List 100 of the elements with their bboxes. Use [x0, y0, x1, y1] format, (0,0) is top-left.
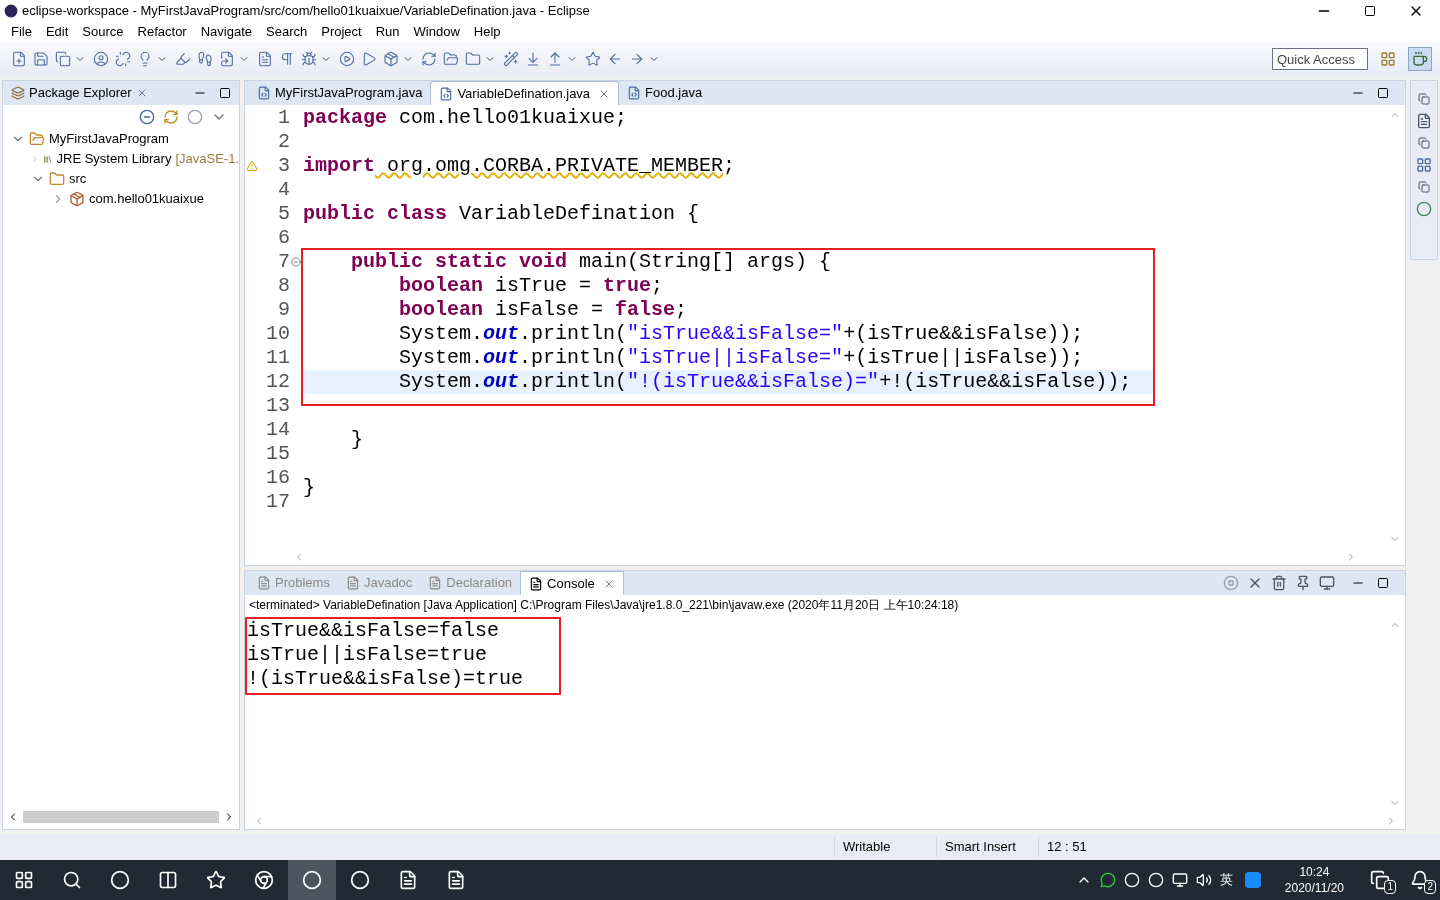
- menu-item[interactable]: Project: [314, 22, 369, 42]
- line-number: 15: [266, 441, 290, 467]
- forward-icon[interactable]: [629, 51, 645, 67]
- menu-item[interactable]: Refactor: [130, 22, 194, 42]
- arrow-down-icon[interactable]: [525, 51, 541, 67]
- collapse-all-icon[interactable]: [139, 109, 155, 125]
- status-field: Writable: [834, 837, 936, 857]
- tree-item[interactable]: MyFirstJavaProgram: [49, 129, 169, 149]
- folder-icon[interactable]: [465, 51, 481, 67]
- line-number: 7: [278, 249, 290, 275]
- maximize-icon[interactable]: [1377, 577, 1389, 589]
- line-number: 13: [266, 393, 290, 419]
- code-line: System.out.println("isTrue||isFalse="+(isTrue||isFalse));: [398, 345, 1084, 371]
- maximize-icon[interactable]: [219, 87, 231, 99]
- windows-start-icon[interactable]: [14, 870, 34, 890]
- search-icon[interactable]: [62, 870, 82, 890]
- new-file-icon[interactable]: [11, 51, 27, 67]
- code-line: System.out.println("isTrue&&isFalse="+(isTrue&&isFalse));: [398, 321, 1084, 347]
- display-console-icon[interactable]: [1319, 575, 1335, 591]
- package-icon[interactable]: [383, 51, 399, 67]
- save-icon[interactable]: [33, 51, 49, 67]
- line-number: 5: [278, 201, 290, 227]
- menu-item[interactable]: Help: [466, 22, 508, 42]
- window-title: eclipse-workspace - MyFirstJavaProgram/src/com/hello01kuaixue/VariableDefination.java - Eclipse: [22, 2, 590, 21]
- maximize-icon[interactable]: [1377, 87, 1389, 99]
- desktop-icon[interactable]: [1370, 870, 1390, 890]
- console-output-line: isTrue&&isFalse=false: [247, 619, 501, 643]
- editor-tab[interactable]: MyFirstJavaProgram.java: [249, 81, 431, 105]
- refresh-icon[interactable]: [421, 51, 437, 67]
- console-output-line: !(isTrue&&isFalse)=true: [247, 667, 524, 691]
- code-line: public static void main(String[] args) {: [350, 249, 832, 275]
- line-number: 17: [266, 489, 290, 515]
- fold-icon[interactable]: [291, 257, 301, 267]
- file-link-icon[interactable]: [219, 51, 235, 67]
- star-icon[interactable]: [585, 51, 601, 67]
- network-icon[interactable]: [1171, 872, 1188, 888]
- open-folder-icon[interactable]: [443, 51, 459, 67]
- cortana-circle-icon[interactable]: [110, 870, 130, 890]
- volume-icon[interactable]: [1195, 872, 1212, 888]
- restore-icon[interactable]: [1418, 181, 1430, 193]
- line-number: 11: [266, 345, 290, 371]
- clock-date[interactable]: 2020/11/20: [1284, 880, 1344, 896]
- app-tray-icon[interactable]: [1244, 872, 1261, 888]
- tree-item[interactable]: JRE System Library: [56, 149, 172, 169]
- view-tab[interactable]: Console: [520, 571, 624, 595]
- menu-item[interactable]: File: [4, 22, 39, 42]
- pilcrow-icon[interactable]: [279, 51, 295, 67]
- save-all-icon[interactable]: [55, 51, 71, 67]
- menu-item[interactable]: Navigate: [193, 22, 259, 42]
- console-output-line: isTrue||isFalse=true: [247, 643, 489, 667]
- run-icon[interactable]: [339, 51, 355, 67]
- view-icon: [529, 576, 544, 591]
- clock-time[interactable]: 10:24: [1299, 864, 1330, 880]
- menu-item[interactable]: Run: [368, 22, 407, 42]
- quick-access-field[interactable]: Quick Access: [1272, 48, 1368, 70]
- line-number: 10: [266, 321, 290, 347]
- open-perspective-icon[interactable]: [1380, 51, 1396, 67]
- debug-icon[interactable]: [301, 51, 317, 67]
- restore-icon[interactable]: [1418, 137, 1430, 149]
- package-icon: [11, 86, 25, 100]
- restore-icon[interactable]: [1418, 93, 1430, 105]
- notepad-icon[interactable]: [398, 870, 418, 890]
- footprints-icon[interactable]: [197, 51, 213, 67]
- lightbulb-icon[interactable]: [137, 51, 153, 67]
- editor-tab[interactable]: VariableDefination.java: [430, 81, 620, 105]
- line-number: 8: [278, 273, 290, 299]
- task-view-icon[interactable]: [158, 870, 178, 890]
- java-perspective-button[interactable]: [1408, 47, 1432, 71]
- wand-icon[interactable]: [503, 51, 519, 67]
- menu-item[interactable]: Edit: [38, 22, 76, 42]
- menu-item[interactable]: Window: [406, 22, 467, 42]
- clear-console-icon[interactable]: [1271, 575, 1287, 591]
- tree-item[interactable]: src: [69, 169, 87, 189]
- highlighter-icon[interactable]: [175, 51, 191, 67]
- hierarchy-icon[interactable]: [1416, 157, 1432, 173]
- tree-item-detail: [JavaSE-1.: [175, 150, 239, 169]
- code-line: import org.omg.CORBA.PRIVATE_MEMBER;: [303, 153, 736, 179]
- code-line: boolean isTrue = true;: [398, 273, 664, 299]
- pin-icon[interactable]: [1295, 575, 1311, 591]
- line-number: 4: [278, 177, 290, 203]
- line-number: 3: [278, 153, 290, 179]
- code-line: package com.hello01kuaixue;: [303, 105, 628, 131]
- chat-icon[interactable]: [1099, 872, 1116, 888]
- profile-icon[interactable]: [93, 51, 109, 67]
- code-line: boolean isFalse = false;: [398, 297, 688, 323]
- unlink-icon[interactable]: [115, 51, 131, 67]
- browser-icon[interactable]: [254, 870, 274, 890]
- document-icon[interactable]: [257, 51, 273, 67]
- editor-tab[interactable]: Food.java: [619, 81, 711, 105]
- menu-item[interactable]: Source: [75, 22, 131, 42]
- outline-icon[interactable]: [1416, 113, 1432, 129]
- scrollbar-thumb[interactable]: [23, 811, 219, 823]
- tree-item[interactable]: com.hello01kuaixue: [89, 189, 204, 209]
- input-method-indicator[interactable]: 英: [1219, 870, 1233, 890]
- line-number: 14: [266, 417, 290, 443]
- link-editor-icon[interactable]: [163, 109, 179, 125]
- menu-item[interactable]: Search: [259, 22, 315, 42]
- play-icon[interactable]: [361, 51, 377, 67]
- back-icon[interactable]: [607, 51, 623, 67]
- maximize-icon[interactable]: [1364, 5, 1376, 17]
